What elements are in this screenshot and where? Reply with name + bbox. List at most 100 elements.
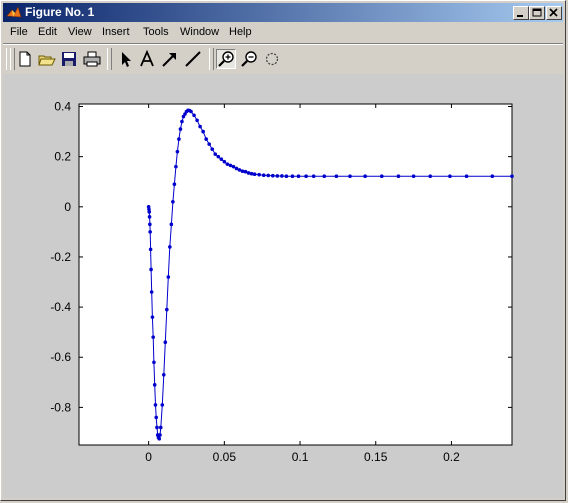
data-point [448,174,452,179]
data-point [174,164,178,169]
data-point [210,147,215,151]
menu-view[interactable]: View [68,26,92,38]
data-point [348,174,352,179]
data-point [169,222,174,227]
data-point [204,137,208,141]
data-point [158,425,163,430]
text-a-icon [140,49,154,67]
axes-box[interactable] [78,103,513,446]
toolbar [3,43,563,74]
data-point [284,174,289,179]
y-tick-label: -0.8 [50,400,71,414]
insert-arrow-button[interactable] [160,49,180,69]
x-tick-label: 0.1 [292,450,309,464]
insert-line-button[interactable] [183,49,203,69]
data-point [334,174,339,179]
data-point [252,172,257,177]
data-point [152,360,156,365]
x-tick-label: 0 [145,450,152,464]
data-point [148,247,153,252]
save-button[interactable] [59,49,79,69]
data-point [379,174,384,179]
matlab-logo-icon [6,6,22,18]
data-point [396,174,401,179]
data-point [280,174,284,178]
data-point [213,152,218,156]
data-point [219,157,224,161]
data-point [428,174,433,179]
data-point [180,119,184,124]
new-figure-button[interactable] [15,49,35,69]
data-point [240,169,245,173]
x-tick-label: 0.15 [364,450,388,464]
data-point [148,230,152,234]
data-point [165,307,169,312]
plot-area[interactable]: 0 0.05 0.1 0.15 0.2 0.4 0.2 0 -0.2 -0.4 -0.6 -0.8 [3,74,563,498]
data-point [207,142,212,146]
data-point [151,335,155,339]
data-point [163,340,168,344]
data-point [222,159,227,164]
menu-insert[interactable]: Insert [102,26,130,38]
data-point [198,124,202,129]
y-tick-label: 0.2 [54,150,71,164]
title-bar[interactable]: Figure No. 1 [3,3,563,22]
maximize-button[interactable] [529,6,545,20]
toolbar-separator [107,48,112,70]
menu-tools[interactable]: Tools [143,26,169,38]
close-button[interactable] [546,6,562,20]
select-arrow-button[interactable] [115,49,135,69]
pointer-arrow-icon [122,52,131,67]
menu-file[interactable]: File [10,26,28,38]
data-point [152,383,157,387]
data-point [160,403,165,407]
x-tick-label: 0.2 [443,450,460,464]
rotate-3d-button[interactable] [262,49,282,69]
data-point [266,173,271,178]
rotate-icon [265,52,279,66]
data-point [246,171,251,175]
open-folder-icon [38,55,56,66]
data-point [171,199,175,204]
data-point [201,129,205,134]
y-tick-label: -0.6 [50,350,71,364]
zoom-in-button[interactable] [216,49,236,69]
diagonal-line-icon [185,51,201,67]
data-point [155,425,159,430]
x-tick-label: 0.05 [213,450,237,464]
zoom-out-icon [241,51,257,67]
open-file-button[interactable] [37,49,57,69]
data-point [178,127,183,131]
data-point [157,436,162,441]
data-point [296,174,301,179]
data-point [192,113,196,118]
data-point [177,137,181,141]
menu-bar: File Edit View Insert Tools Window Help [3,23,563,42]
menu-window[interactable]: Window [180,26,219,38]
menu-help[interactable]: Help [229,26,252,38]
data-point [490,174,495,179]
window-title: Figure No. 1 [25,5,95,19]
zoom-out-button[interactable] [239,49,259,69]
data-point [161,372,166,377]
data-point [257,172,261,177]
insert-text-button[interactable] [137,49,157,69]
data-point [172,182,177,187]
menu-edit[interactable]: Edit [38,26,57,38]
maximize-icon [532,8,542,17]
data-point [175,149,180,154]
minimize-button[interactable] [513,6,529,20]
data-point [189,109,193,114]
data-point [166,275,171,279]
print-button[interactable] [82,49,102,69]
y-tick-label: -0.4 [50,300,71,314]
data-point [322,174,327,179]
toolbar-separator [209,48,214,70]
data-point [147,215,152,219]
diagonal-arrow-icon [162,53,176,67]
close-icon [549,8,558,17]
data-point [311,174,316,179]
data-point [158,433,162,437]
y-tick-label: -0.2 [50,250,71,264]
data-point [231,164,236,169]
